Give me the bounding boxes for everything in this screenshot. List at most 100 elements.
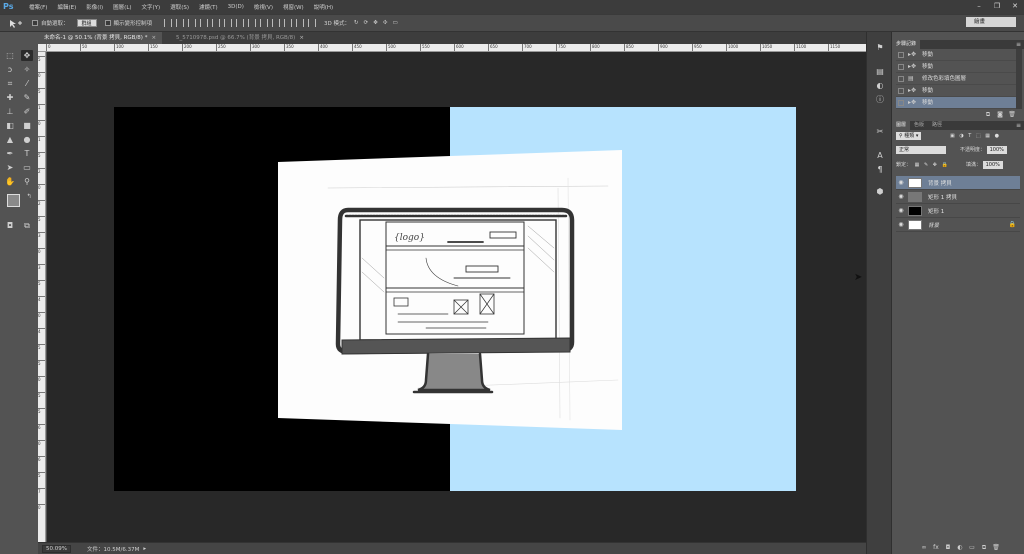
- blur-tool-icon[interactable]: ▲: [4, 134, 16, 145]
- menu-window[interactable]: 視窗(W): [283, 3, 304, 11]
- 3d-rotate-icon[interactable]: ↻: [354, 20, 359, 26]
- filter-type-icon[interactable]: T: [968, 133, 971, 139]
- camera-snapshot-icon[interactable]: ◙: [996, 111, 1004, 119]
- lock-all-icon[interactable]: 🔒: [942, 162, 948, 168]
- history-brush-tool-icon[interactable]: ✐: [21, 106, 33, 117]
- filter-pixel-icon[interactable]: ▣: [950, 133, 955, 139]
- filter-toggle-icon[interactable]: ●: [995, 133, 999, 139]
- kind-filter-dropdown[interactable]: ⚲ 種類 ▾: [896, 132, 922, 140]
- move-tool-icon[interactable]: ✥: [21, 50, 33, 61]
- layer-row[interactable]: ◉ 矩形 1: [896, 204, 1020, 218]
- visibility-eye-icon[interactable]: ◉: [896, 179, 906, 186]
- tab-untitled-1[interactable]: 未命名-1 @ 50.1% (背景 拷貝, RGB/8) * ×: [38, 32, 163, 44]
- visibility-eye-icon[interactable]: ◉: [896, 193, 906, 200]
- auto-select-dropdown[interactable]: 群組: [76, 19, 97, 27]
- history-source-checkbox[interactable]: [898, 75, 904, 82]
- history-source-checkbox[interactable]: [898, 99, 904, 106]
- eraser-tool-icon[interactable]: ◧: [4, 120, 16, 131]
- zoom-level-field[interactable]: 50.09%: [42, 544, 71, 553]
- panel-menu-icon[interactable]: ≡: [1016, 40, 1021, 49]
- gradient-tool-icon[interactable]: ■: [21, 120, 33, 131]
- quick-mask-icon[interactable]: ◘: [4, 220, 16, 231]
- menu-view[interactable]: 檢視(V): [254, 3, 273, 11]
- swap-colors-icon[interactable]: ↰: [23, 191, 35, 202]
- visibility-eye-icon[interactable]: ◉: [896, 221, 906, 228]
- history-item[interactable]: ▸✥ 移動: [896, 61, 1016, 73]
- blend-mode-dropdown[interactable]: 正常: [896, 146, 946, 154]
- menu-edit[interactable]: 編輯(E): [57, 3, 76, 11]
- align-center-icon[interactable]: [212, 19, 221, 27]
- 3d-scale-icon[interactable]: ▭: [392, 20, 397, 26]
- magic-wand-tool-icon[interactable]: ✧: [21, 64, 33, 75]
- tab-close-icon[interactable]: ×: [299, 35, 304, 41]
- pen-tool-icon[interactable]: ✒: [4, 148, 16, 159]
- tools-panel-icon[interactable]: ✂: [874, 126, 886, 137]
- tab-paths[interactable]: 路徑: [928, 121, 946, 130]
- history-item[interactable]: ▤ 修改色彩填色圖層: [896, 73, 1016, 85]
- auto-align-icon[interactable]: [308, 19, 317, 27]
- zoom-tool-icon[interactable]: ⚲: [21, 176, 33, 187]
- foreground-color-swatch[interactable]: [7, 194, 20, 207]
- opacity-input[interactable]: 100%: [986, 146, 1007, 154]
- filter-adjustment-icon[interactable]: ◑: [959, 133, 963, 139]
- type-tool-icon[interactable]: T: [21, 148, 33, 159]
- filter-smart-icon[interactable]: ▦: [985, 133, 990, 139]
- fill-input[interactable]: 100%: [982, 161, 1003, 169]
- lock-transparent-icon[interactable]: ▦: [915, 162, 920, 168]
- menu-3d[interactable]: 3D(D): [228, 4, 244, 10]
- menu-type[interactable]: 文字(Y): [142, 3, 161, 11]
- auto-select-option[interactable]: 自動選取：: [32, 19, 69, 27]
- properties-panel-icon[interactable]: ▤: [874, 66, 886, 77]
- dodge-tool-icon[interactable]: ●: [21, 134, 33, 145]
- 3d-drag-icon[interactable]: ✥: [373, 20, 378, 26]
- align-middle-icon[interactable]: [176, 19, 185, 27]
- clone-stamp-tool-icon[interactable]: ⊥: [4, 106, 16, 117]
- tab-layers[interactable]: 圖層: [892, 121, 911, 130]
- layer-row[interactable]: ◉ 背景 拷貝: [896, 176, 1020, 190]
- align-bottom-icon[interactable]: [188, 19, 197, 27]
- filter-shape-icon[interactable]: ⬚: [976, 133, 981, 139]
- close-button[interactable]: ✕: [1008, 1, 1022, 11]
- distribute-bottom-icon[interactable]: [260, 19, 269, 27]
- visibility-eye-icon[interactable]: ◉: [896, 207, 906, 214]
- tab-5710978[interactable]: 5_5710978.psd @ 66.7% (背景 拷貝, RGB/8) ×: [170, 32, 310, 44]
- 3d-roll-icon[interactable]: ⟳: [364, 20, 369, 26]
- 3d-panel-icon[interactable]: ⬢: [874, 186, 886, 197]
- layer-row[interactable]: ◉ 背景 🔒: [896, 218, 1020, 232]
- kind-filter[interactable]: ⚲ 種類 ▾: [896, 132, 922, 141]
- screen-mode-icon[interactable]: ⧉: [21, 220, 33, 231]
- distribute-center-icon[interactable]: [284, 19, 293, 27]
- history-source-checkbox[interactable]: [898, 63, 904, 70]
- hand-tool-icon[interactable]: ✋: [4, 176, 16, 187]
- lasso-tool-icon[interactable]: ↄ: [4, 64, 16, 75]
- adjustment-layer-icon[interactable]: ◐: [956, 544, 964, 552]
- tab-channels[interactable]: 色版: [910, 121, 928, 130]
- menu-help[interactable]: 說明(H): [314, 3, 333, 11]
- new-document-from-state-icon[interactable]: ⧉: [984, 111, 992, 119]
- align-left-icon[interactable]: [200, 19, 209, 27]
- history-item[interactable]: ▸✥ 移動: [896, 97, 1016, 109]
- delete-layer-icon[interactable]: 🗑: [992, 544, 1000, 552]
- lock-pixels-icon[interactable]: ✎: [924, 162, 928, 168]
- layer-mask-icon[interactable]: ◘: [944, 544, 952, 552]
- menu-file[interactable]: 檔案(F): [29, 3, 47, 11]
- path-selection-tool-icon[interactable]: ➤: [4, 162, 16, 173]
- layer-row[interactable]: ◉ 矩形 1 拷貝: [896, 190, 1020, 204]
- restore-button[interactable]: ❐: [990, 1, 1004, 11]
- align-top-icon[interactable]: [164, 19, 173, 27]
- eyedropper-tool-icon[interactable]: ⁄: [21, 78, 33, 89]
- minimize-button[interactable]: –: [972, 1, 986, 11]
- history-scrollbar[interactable]: [1016, 49, 1022, 109]
- new-layer-icon[interactable]: ⧉: [980, 544, 988, 552]
- crop-tool-icon[interactable]: ⌗: [4, 78, 16, 89]
- move-tool-preset[interactable]: [8, 19, 24, 28]
- 3d-slide-icon[interactable]: ✣: [383, 20, 388, 26]
- trash-icon[interactable]: 🗑: [1008, 111, 1016, 119]
- menu-filter[interactable]: 濾鏡(T): [199, 3, 218, 11]
- menu-select[interactable]: 選取(S): [170, 3, 189, 11]
- paragraph-panel-icon[interactable]: ¶: [874, 164, 886, 175]
- history-source-checkbox[interactable]: [898, 87, 904, 94]
- distribute-right-icon[interactable]: [296, 19, 305, 27]
- doc-info-menu-icon[interactable]: ▸: [143, 546, 146, 552]
- auto-select-checkbox[interactable]: [32, 20, 38, 26]
